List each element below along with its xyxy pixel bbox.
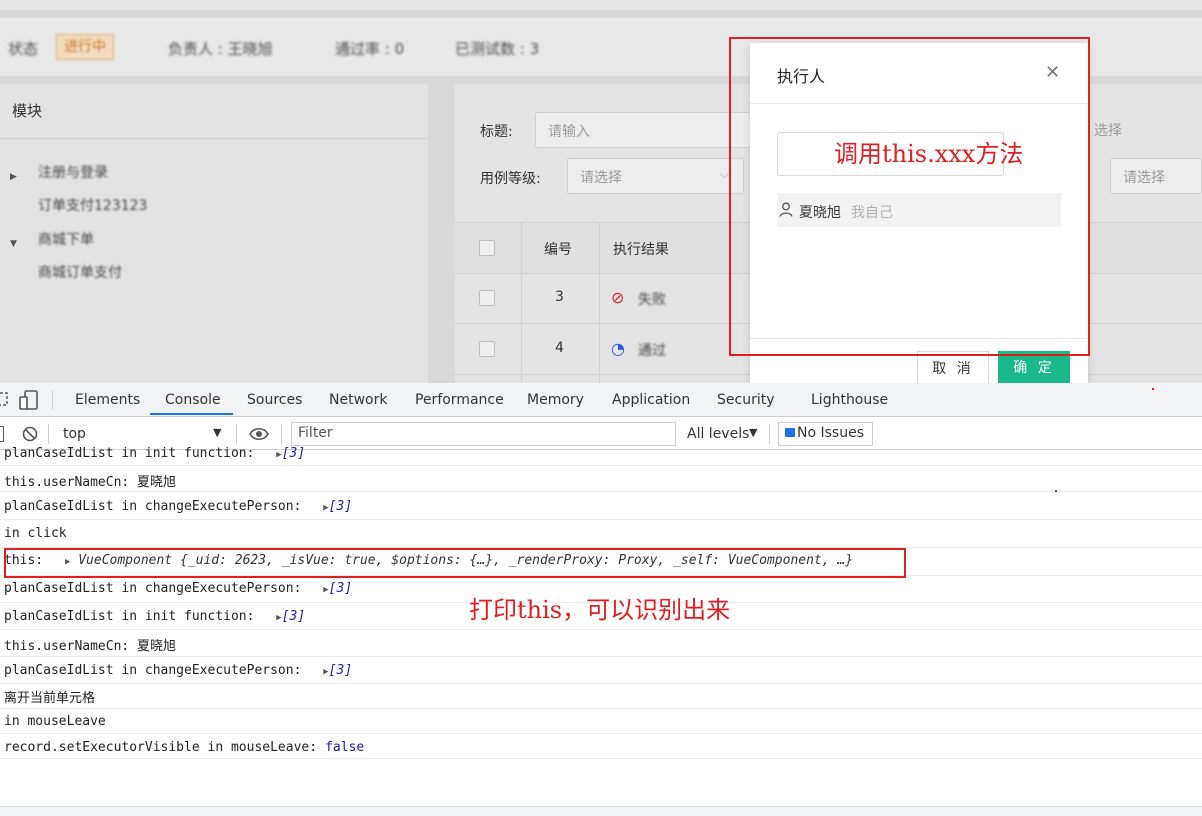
inspect-icon[interactable] [0, 391, 10, 409]
toolbar-divider [236, 424, 237, 444]
active-tab-indicator [150, 413, 233, 415]
level-placeholder: 请选择 [580, 170, 622, 186]
devtools-bottom-bar [0, 806, 1202, 816]
row-number: 3 [555, 289, 564, 305]
issues-label: No Issues [797, 425, 864, 441]
status-tag: 进行中 [56, 34, 114, 60]
tree-item[interactable]: 订单支付123123 [38, 195, 147, 215]
row-checkbox[interactable] [479, 341, 495, 357]
annotation-box-console [4, 548, 906, 578]
tested-count-text: 已测试数 : 3 [455, 40, 540, 58]
caret-right-icon[interactable]: ▶ [10, 172, 17, 182]
console-filter-input[interactable]: Filter [291, 422, 676, 446]
tab-application[interactable]: Application [612, 392, 690, 408]
result-text: 失败 [638, 292, 666, 308]
tab-network[interactable]: Network [329, 392, 387, 408]
tab-memory[interactable]: Memory [527, 392, 584, 408]
tab-sources[interactable]: Sources [247, 392, 302, 408]
tree-item[interactable]: 商城下单 [38, 229, 94, 249]
pass-icon: ◔ [611, 339, 625, 358]
eye-icon[interactable] [249, 427, 269, 441]
module-title: 模块 [12, 102, 43, 120]
caret-down-icon[interactable]: ▼ [10, 239, 17, 249]
toolbar-divider [769, 424, 770, 444]
console-line: this.userNameCn: 夏晓旭 [0, 630, 1202, 657]
title-input[interactable]: 请输入 [535, 112, 755, 148]
device-toggle-icon[interactable] [19, 390, 39, 410]
annotation-modal-note: 调用this.xxx方法 [834, 140, 1024, 168]
tab-lighthouse[interactable]: Lighthouse [811, 392, 888, 408]
fail-icon: ⊘ [611, 288, 625, 307]
console-line: record.setExecutorVisible in mouseLeave:… [0, 734, 1202, 759]
console-line: 离开当前单元格 [0, 684, 1202, 709]
pass-rate-text: 通过率 : 0 [335, 40, 405, 58]
message-icon [785, 428, 795, 437]
toolbar-divider [48, 424, 49, 444]
annotation-console-note: 打印this，可以识别出来 [469, 596, 731, 624]
context-selector[interactable]: top [63, 426, 86, 442]
clear-console-icon[interactable] [22, 426, 38, 442]
console-line: planCaseIdList in init function: ▶[3] [0, 444, 1202, 466]
sidebar-toggle-icon[interactable] [0, 426, 4, 442]
annotation-dot [1152, 388, 1154, 390]
levels-dropdown-icon[interactable]: ▼ [749, 426, 757, 439]
context-dropdown-icon[interactable]: ▼ [213, 426, 221, 439]
module-divider [0, 138, 428, 139]
level-select[interactable]: 请选择 ⌵ [567, 158, 744, 194]
tree-item[interactable]: 注册与登录 [38, 162, 108, 182]
console-line: planCaseIdList in changeExecutePerson: ▶… [0, 492, 1202, 520]
annotation-dot [1055, 490, 1057, 492]
console-line: planCaseIdList in changeExecutePerson: ▶… [0, 657, 1202, 684]
header-result: 执行结果 [613, 242, 669, 258]
toolbar-divider [52, 390, 53, 410]
owner-text: 负责人 : 王晓旭 [168, 40, 273, 58]
chevron-down-icon: ⌵ [719, 167, 729, 181]
cancel-button[interactable]: 取 消 [917, 351, 989, 385]
title-label: 标题: [480, 124, 513, 140]
level-label: 用例等级: [480, 171, 541, 187]
top-band [0, 0, 1202, 10]
tab-security[interactable]: Security [717, 392, 775, 408]
tab-performance[interactable]: Performance [415, 392, 504, 408]
console-line: in mouseLeave [0, 709, 1202, 734]
column-divider [599, 222, 600, 383]
right-select-2[interactable]: 请选择 [1110, 158, 1202, 194]
column-divider [521, 222, 522, 383]
status-label: 状态 [8, 40, 39, 58]
toolbar-divider [281, 424, 282, 444]
tab-elements[interactable]: Elements [75, 392, 140, 408]
tab-console[interactable]: Console [165, 392, 221, 408]
header-number: 编号 [544, 242, 572, 258]
confirm-button[interactable]: 确 定 [998, 351, 1070, 385]
select-all-checkbox[interactable] [479, 240, 495, 256]
annotation-box-modal [729, 37, 1090, 356]
console-line: in click [0, 520, 1202, 548]
console-line: this.userNameCn: 夏晓旭 [0, 466, 1202, 492]
row-number: 4 [555, 340, 564, 356]
result-text: 通过 [638, 343, 666, 359]
tree-item[interactable]: 商城订单支付 [38, 262, 122, 282]
log-levels-select[interactable]: All levels [687, 426, 749, 442]
row-checkbox[interactable] [479, 290, 495, 306]
right-select-1[interactable]: 选择 [1082, 112, 1202, 148]
issues-button[interactable]: No Issues [778, 422, 873, 446]
